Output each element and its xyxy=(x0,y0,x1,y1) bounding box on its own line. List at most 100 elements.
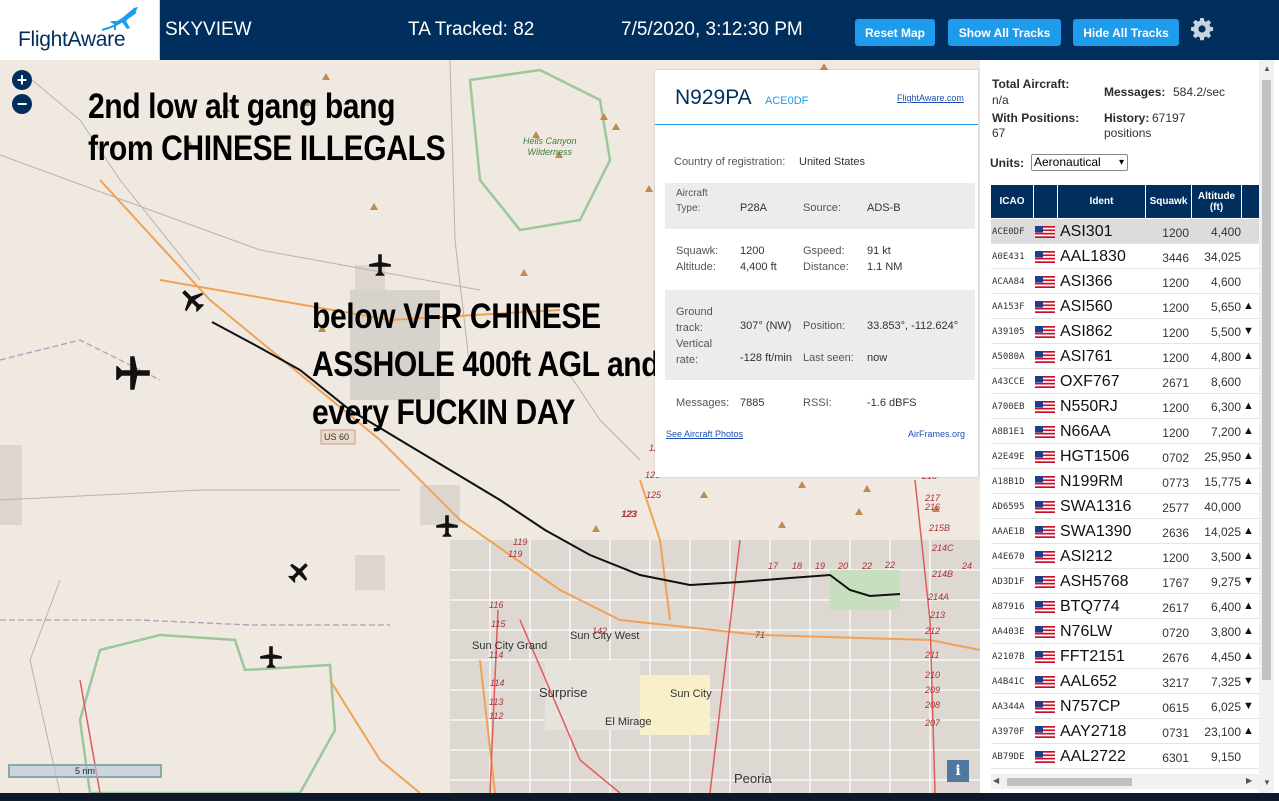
aircraft-type-label: Aircraft Type: xyxy=(676,188,708,214)
with-positions-label: With Positions: xyxy=(992,111,1080,125)
airframes-link[interactable]: AirFrames.org xyxy=(908,429,965,439)
road-number: 216 xyxy=(925,502,941,512)
table-row[interactable]: A2107B FFT2151 2676 4,450 ▲ xyxy=(991,644,1271,669)
cell-squawk: 1200 xyxy=(1162,351,1189,365)
cell-altitude-trend: ▼ xyxy=(1243,325,1254,337)
road-number: 211 xyxy=(925,650,940,660)
cell-squawk: 0773 xyxy=(1162,476,1189,490)
cell-icao: A43CCE xyxy=(992,377,1025,387)
show-all-tracks-button[interactable]: Show All Tracks xyxy=(948,19,1061,46)
road-number: 24 xyxy=(962,561,973,571)
cell-icao: A2107B xyxy=(992,652,1025,662)
scroll-right-arrow[interactable]: ▶ xyxy=(1246,776,1252,785)
us-flag-icon xyxy=(1035,451,1055,463)
table-row[interactable]: AA403E N76LW 0720 3,800 ▲ xyxy=(991,619,1271,644)
table-row[interactable]: A43CCE OXF767 2671 8,600 xyxy=(991,369,1271,394)
cell-squawk: 3217 xyxy=(1162,676,1189,690)
panel-vertical-scrollbar[interactable]: ▲ ▼ xyxy=(1259,60,1274,793)
distance-value: 1.1 NM xyxy=(867,261,903,273)
cell-icao: AA403E xyxy=(992,627,1025,637)
cell-ident: N199RM xyxy=(1060,473,1124,490)
road-number: 71 xyxy=(755,630,766,640)
table-row[interactable]: A4B41C AAL652 3217 7,325 ▼ xyxy=(991,669,1271,694)
cell-altitude: 34,025 xyxy=(1204,250,1241,264)
zoom-out-button[interactable]: − xyxy=(12,94,32,114)
table-row[interactable]: AB79DE AAL2722 6301 9,150 xyxy=(991,744,1271,769)
map-label-sun-city-grand: Sun City Grand xyxy=(472,640,548,652)
table-row[interactable]: AAAE1B SWA1390 2636 14,025 ▲ xyxy=(991,519,1271,544)
hide-all-tracks-button[interactable]: Hide All Tracks xyxy=(1073,19,1179,46)
altitude-label: Altitude: xyxy=(676,261,716,273)
zoom-in-button[interactable]: + xyxy=(12,70,32,90)
table-row[interactable]: A87916 BTQ774 2617 6,400 ▲ xyxy=(991,594,1271,619)
bottom-bar xyxy=(0,793,1279,801)
header-icao[interactable]: ICAO xyxy=(991,185,1034,218)
top-header: FlightAware SKYVIEW TA Tracked: 82 7/5/2… xyxy=(0,0,1279,60)
table-row[interactable]: A0E431 AAL1830 3446 34,025 xyxy=(991,244,1271,269)
reset-map-button[interactable]: Reset Map xyxy=(855,19,935,46)
flightaware-link[interactable]: FlightAware.com xyxy=(897,93,964,103)
cell-icao: A700EB xyxy=(992,402,1025,412)
table-row[interactable]: A8B1E1 N66AA 1200 7,200 ▲ xyxy=(991,419,1271,444)
cell-icao: AD3D1F xyxy=(992,577,1025,587)
header-squawk[interactable]: Squawk xyxy=(1146,185,1192,218)
road-number: 22 xyxy=(885,560,896,570)
table-row[interactable]: A3970F AAY2718 0731 23,100 ▲ xyxy=(991,719,1271,744)
cell-altitude: 7,200 xyxy=(1210,425,1241,439)
squawk-label: Squawk: xyxy=(676,245,719,257)
cell-squawk: 1200 xyxy=(1162,551,1189,565)
messages-value: 7885 xyxy=(740,397,765,409)
cell-altitude-trend: ▼ xyxy=(1243,700,1254,712)
header-flag[interactable] xyxy=(1034,185,1058,218)
cell-altitude: 9,150 xyxy=(1210,750,1241,764)
flightaware-logo[interactable]: FlightAware xyxy=(0,0,160,60)
cell-altitude-trend: ▼ xyxy=(1243,575,1254,587)
cell-ident: SWA1316 xyxy=(1060,498,1132,515)
table-row[interactable]: A700EB N550RJ 1200 6,300 ▲ xyxy=(991,394,1271,419)
table-row[interactable]: AA153F ASI560 1200 5,650 ▲ xyxy=(991,294,1271,319)
scroll-thumb[interactable] xyxy=(1262,80,1271,680)
units-select[interactable]: Aeronautical ▾ xyxy=(1031,154,1128,171)
cell-ident: N550RJ xyxy=(1060,398,1118,415)
table-row[interactable]: AD3D1F ASH5768 1767 9,275 ▼ xyxy=(991,569,1271,594)
table-row[interactable]: AA344A N757CP 0615 6,025 ▼ xyxy=(991,694,1271,719)
table-row[interactable]: AD6595 SWA1316 2577 40,000 xyxy=(991,494,1271,519)
header-altitude[interactable]: Altitude (ft) xyxy=(1192,185,1242,218)
cell-altitude: 40,000 xyxy=(1204,500,1241,514)
road-number: 115 xyxy=(491,619,506,629)
hscroll-thumb[interactable] xyxy=(1007,778,1132,786)
table-row[interactable]: ACE0DF ASI301 1200 4,400 xyxy=(991,219,1271,244)
table-row[interactable]: A4E670 ASI212 1200 3,500 ▲ xyxy=(991,544,1271,569)
us-flag-icon xyxy=(1035,551,1055,563)
gear-icon[interactable] xyxy=(1190,17,1214,41)
cell-altitude: 5,650 xyxy=(1210,300,1241,314)
table-row[interactable]: A18B1D N199RM 0773 15,775 ▲ xyxy=(991,469,1271,494)
header-ident[interactable]: Ident xyxy=(1058,185,1146,218)
annotation-top-line: 2nd low alt gang bang xyxy=(88,87,396,126)
source-label: Source: xyxy=(803,202,841,214)
scroll-down-arrow[interactable]: ▼ xyxy=(1263,778,1271,787)
table-row[interactable]: A2E49E HGT1506 0702 25,950 ▲ xyxy=(991,444,1271,469)
road-number: 212 xyxy=(925,626,941,636)
gspeed-label: Gspeed: xyxy=(803,245,845,257)
us-flag-icon xyxy=(1035,751,1055,763)
cell-squawk: 0615 xyxy=(1162,701,1189,715)
scroll-up-arrow[interactable]: ▲ xyxy=(1263,64,1271,73)
info-button[interactable]: i xyxy=(947,760,969,782)
cell-icao: ACE0DF xyxy=(992,227,1025,237)
with-positions-value: 67 xyxy=(992,126,1006,140)
scroll-left-arrow[interactable]: ◀ xyxy=(993,776,999,785)
cell-altitude-trend: ▼ xyxy=(1243,675,1254,687)
aircraft-photos-link[interactable]: See Aircraft Photos xyxy=(666,429,743,439)
ground-track-value: 307° (NW) xyxy=(740,320,792,332)
table-row[interactable]: A5080A ASI761 1200 4,800 ▲ xyxy=(991,344,1271,369)
cell-altitude: 14,025 xyxy=(1204,525,1241,539)
panel-horizontal-scrollbar[interactable]: ◀ ▶ xyxy=(991,774,1259,789)
table-row[interactable]: ACAA84 ASI366 1200 4,600 xyxy=(991,269,1271,294)
table-row[interactable]: A39105 ASI862 1200 5,500 ▼ xyxy=(991,319,1271,344)
road-number: 215B xyxy=(929,523,951,533)
road-number: 22 xyxy=(862,561,873,571)
messages-rate-value: 584.2/sec xyxy=(1173,85,1226,99)
vertical-rate-label: Vertical rate: xyxy=(676,338,713,366)
total-aircraft-label: Total Aircraft: xyxy=(992,77,1070,91)
